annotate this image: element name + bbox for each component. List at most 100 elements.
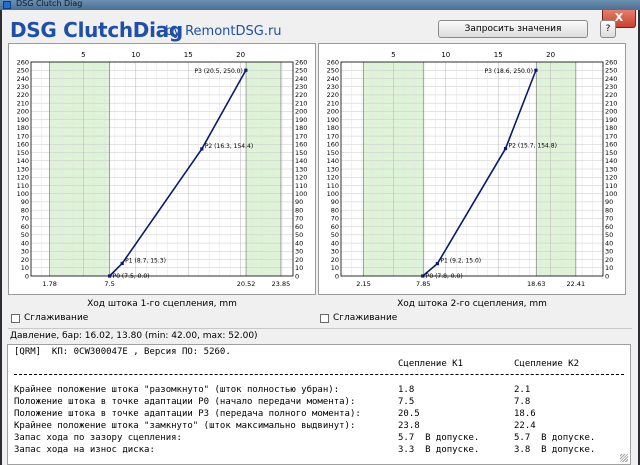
y-tick-label-right: 210	[295, 99, 307, 107]
report-header-line: [QRM] КП: 0CW300047E , Версия ПО: 5260.	[14, 347, 231, 357]
y-tick-label-right: 200	[295, 108, 307, 116]
title-bar[interactable]: DSG Clutch Diag	[0, 0, 640, 10]
y-tick-label-right: 20	[605, 256, 613, 264]
report-row-k2: 18.6	[514, 409, 536, 419]
point-annotation: P2 (15.7, 154.8)	[509, 143, 557, 150]
help-button[interactable]: ?	[600, 20, 616, 38]
smoothing-checkbox-2[interactable]	[320, 314, 329, 323]
y-tick-label-left: 130	[327, 165, 339, 173]
y-tick-label-right: 40	[295, 239, 303, 247]
point-annotation: P1 (8.7, 15.3)	[125, 257, 166, 264]
bound-label: 18.63	[527, 280, 546, 288]
pressure-readout: Давление, бар: 16.02, 13.80 (min: 42.00,…	[10, 331, 258, 341]
data-point	[421, 274, 425, 278]
clutch1-chart-svg: 0 010 1020 2030 3040 4050 5060 6070 7080 8090 9010…	[17, 51, 308, 288]
y-tick-label-right: 60	[295, 223, 303, 231]
y-tick-label-left: 20	[331, 256, 339, 264]
y-tick-label-right: 230	[605, 83, 617, 91]
y-tick-label-right: 250	[605, 67, 617, 75]
report-row-k2: 2.1	[514, 385, 531, 395]
y-tick-label-right: 130	[295, 165, 307, 173]
data-point	[534, 68, 538, 72]
y-tick-label-right: 110	[605, 182, 617, 190]
y-tick-label-left: 60	[21, 223, 29, 231]
y-tick-label-left: 160	[327, 141, 339, 149]
y-tick-label-right: 70	[605, 215, 613, 223]
y-tick-label-left: 240	[17, 75, 29, 83]
data-point	[200, 147, 204, 151]
y-tick-label-right: 130	[605, 165, 617, 173]
y-tick-label-left: 140	[327, 157, 339, 165]
report-panel[interactable]: [QRM] КП: 0CW300047E , Версия ПО: 5260. …	[7, 344, 631, 465]
data-point	[244, 68, 248, 72]
report-separator	[14, 374, 624, 375]
request-values-button[interactable]: Запросить значения	[438, 20, 588, 38]
point-annotation: P1 (9.2, 15.0)	[440, 258, 481, 265]
y-tick-label-left: 170	[17, 132, 29, 140]
smoothing-checkbox-1[interactable]	[11, 314, 20, 323]
data-point	[108, 274, 112, 278]
bound-label: 22.41	[567, 280, 586, 288]
y-tick-label-left: 40	[331, 239, 339, 247]
app-logo: DSG ClutchDiag	[10, 18, 183, 42]
report-row-k1: 3.3 В допуске.	[398, 445, 480, 455]
data-point	[120, 261, 124, 266]
y-tick-label-left: 160	[17, 141, 29, 149]
y-tick-label-left: 240	[327, 75, 339, 83]
y-tick-label-left: 250	[17, 67, 29, 75]
x-tick-label: 5	[391, 51, 395, 59]
y-tick-label-right: 160	[295, 141, 307, 149]
y-tick-label-left: 180	[327, 124, 339, 132]
y-tick-label-right: 110	[295, 182, 307, 190]
x-tick-label: 20	[546, 51, 555, 59]
y-tick-label-left: 130	[17, 165, 29, 173]
y-tick-label-right: 50	[295, 231, 303, 239]
y-tick-label-left: 260	[17, 58, 29, 66]
y-tick-label-left: 50	[21, 231, 29, 239]
data-point	[503, 146, 508, 151]
y-tick-label-left: 140	[17, 157, 29, 165]
point-annotation: P3 (18.6, 250.0)	[485, 68, 533, 75]
resize-grip[interactable]	[620, 454, 628, 462]
y-tick-label-right: 100	[295, 190, 307, 198]
y-tick-label-right: 10	[295, 264, 303, 272]
x-tick-label: 15	[184, 51, 193, 59]
y-tick-label-left: 80	[331, 206, 339, 214]
y-tick-label-right: 260	[605, 58, 617, 66]
y-tick-label-left: 100	[327, 190, 339, 198]
report-col-k2: Сцепление K2	[514, 359, 580, 369]
point-annotation: P0 (7.8, 0.0)	[426, 273, 463, 280]
clutch2-chart: 0 0 10 10 20 20 30 30 40 40 50 50 60 60 70 70 80 80 90 90 10…	[318, 43, 626, 295]
clutch2-xlabel: Ход штока 2-го сцепления, mm	[397, 299, 547, 309]
y-tick-label-right: 120	[605, 174, 617, 182]
y-tick-label-right: 60	[605, 223, 613, 231]
y-tick-label-left: 90	[21, 198, 29, 206]
report-row-k2: 3.8 В допуске.	[514, 445, 596, 455]
y-tick-label-right: 0	[605, 272, 609, 280]
window-title: DSG Clutch Diag	[16, 0, 83, 8]
report-row-k2: 22.4	[514, 421, 536, 431]
x-tick-label: 5	[81, 51, 85, 59]
y-tick-label-right: 30	[295, 248, 303, 256]
y-tick-label-right: 70	[295, 215, 303, 223]
y-tick-label-left: 60	[331, 223, 339, 231]
y-tick-label-left: 220	[17, 91, 29, 99]
y-tick-label-right: 90	[295, 198, 303, 206]
y-tick-label-left: 260	[327, 58, 339, 66]
bound-label: 7.5	[104, 280, 114, 288]
y-tick-label-left: 30	[21, 248, 29, 256]
y-tick-label-left: 150	[327, 149, 339, 157]
y-tick-label-right: 190	[295, 116, 307, 124]
y-tick-label-right: 180	[605, 124, 617, 132]
byline: by RemontDSG.ru	[165, 24, 282, 39]
y-tick-label-right: 50	[605, 231, 613, 239]
report-col-k1: Сцепление K1	[398, 359, 464, 369]
y-tick-label-left: 170	[327, 132, 339, 140]
y-tick-label-right: 90	[605, 198, 613, 206]
y-tick-label-right: 10	[605, 264, 613, 272]
bound-label: 7.85	[416, 280, 430, 288]
y-tick-label-right: 100	[605, 190, 617, 198]
y-tick-label-left: 220	[327, 91, 339, 99]
bound-label: 2.15	[356, 280, 370, 288]
x-tick-label: 10	[131, 51, 140, 59]
